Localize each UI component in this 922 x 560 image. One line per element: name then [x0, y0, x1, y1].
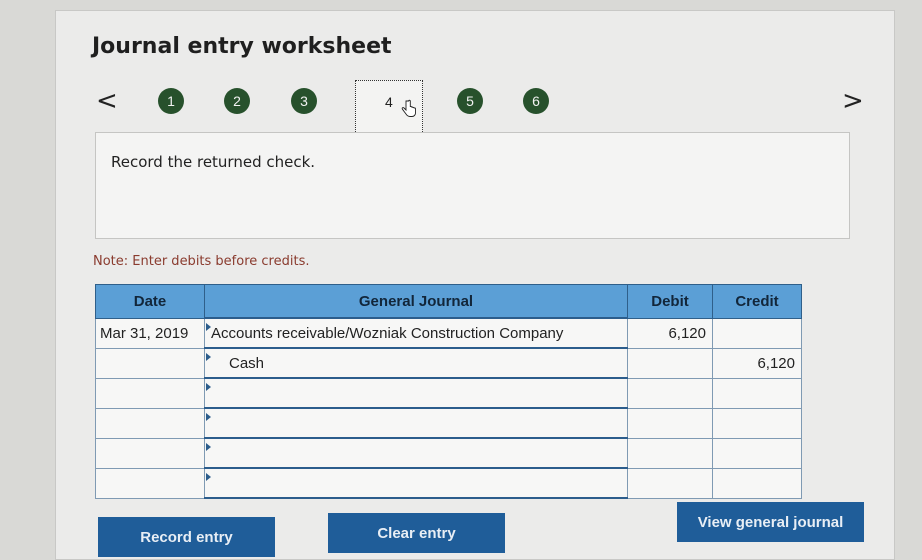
step-4-label: 4	[385, 94, 393, 110]
account-cell[interactable]: Cash	[204, 347, 628, 379]
table-row: Cash 6,120	[95, 347, 802, 379]
page-title: Journal entry worksheet	[92, 34, 392, 59]
journal-table: Date General Journal Debit Credit Mar 31…	[95, 284, 802, 499]
debit-cell[interactable]: 6,120	[627, 317, 713, 349]
clear-entry-button[interactable]: Clear entry	[328, 513, 505, 553]
date-column-header: Date	[95, 284, 205, 319]
account-text: Accounts receivable/Wozniak Construction…	[211, 324, 564, 342]
date-cell[interactable]: Mar 31, 2019	[95, 317, 205, 349]
cell-marker-icon	[206, 443, 211, 451]
debit-cell[interactable]	[627, 377, 713, 409]
instruction-box: Record the returned check.	[95, 132, 850, 239]
date-cell[interactable]	[95, 407, 205, 439]
table-row	[95, 407, 802, 439]
credit-cell[interactable]	[712, 467, 802, 499]
account-cell[interactable]: Accounts receivable/Wozniak Construction…	[204, 317, 628, 349]
account-cell[interactable]	[204, 407, 628, 439]
cell-marker-icon	[206, 323, 211, 331]
table-row	[95, 437, 802, 469]
debit-cell[interactable]	[627, 437, 713, 469]
debit-cell[interactable]	[627, 467, 713, 499]
hand-pointer-icon	[401, 99, 416, 117]
credit-cell[interactable]	[712, 437, 802, 469]
step-6-button[interactable]: 6	[523, 88, 549, 114]
next-arrow-icon[interactable]: >	[842, 86, 864, 116]
credit-column-header: Credit	[712, 284, 802, 319]
debit-cell[interactable]	[627, 407, 713, 439]
table-row	[95, 377, 802, 409]
cell-marker-icon	[206, 473, 211, 481]
instruction-text: Record the returned check.	[111, 153, 316, 171]
table-row: Mar 31, 2019 Accounts receivable/Wozniak…	[95, 317, 802, 349]
step-4-current[interactable]: 4	[355, 80, 423, 134]
step-5-button[interactable]: 5	[457, 88, 483, 114]
step-1-button[interactable]: 1	[158, 88, 184, 114]
record-entry-button[interactable]: Record entry	[98, 517, 275, 557]
account-cell[interactable]	[204, 377, 628, 409]
cell-marker-icon	[206, 383, 211, 391]
table-header-row: Date General Journal Debit Credit	[95, 284, 802, 319]
account-cell[interactable]	[204, 467, 628, 499]
account-column-header: General Journal	[204, 284, 628, 319]
cell-marker-icon	[206, 353, 211, 361]
step-3-button[interactable]: 3	[291, 88, 317, 114]
debit-cell[interactable]	[627, 347, 713, 379]
step-2-button[interactable]: 2	[224, 88, 250, 114]
cell-marker-icon	[206, 413, 211, 421]
date-cell[interactable]	[95, 347, 205, 379]
account-cell[interactable]	[204, 437, 628, 469]
date-cell[interactable]	[95, 467, 205, 499]
credit-cell[interactable]	[712, 407, 802, 439]
credit-cell[interactable]	[712, 317, 802, 349]
date-cell[interactable]	[95, 437, 205, 469]
note-text: Note: Enter debits before credits.	[93, 254, 310, 269]
debit-column-header: Debit	[627, 284, 713, 319]
credit-cell[interactable]: 6,120	[712, 347, 802, 379]
prev-arrow-icon[interactable]: <	[96, 86, 118, 116]
table-row	[95, 467, 802, 499]
view-general-journal-button[interactable]: View general journal	[677, 502, 864, 542]
credit-cell[interactable]	[712, 377, 802, 409]
date-cell[interactable]	[95, 377, 205, 409]
account-text: Cash	[229, 354, 265, 372]
